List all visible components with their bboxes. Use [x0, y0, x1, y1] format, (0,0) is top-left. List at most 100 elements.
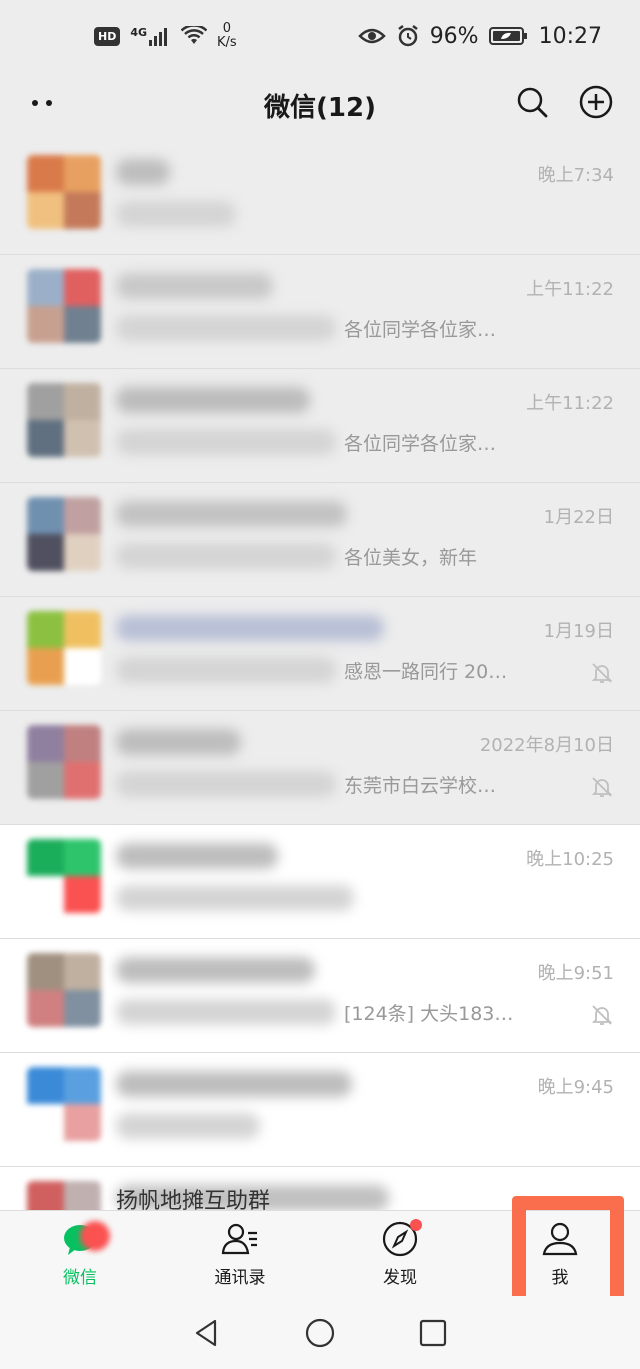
chat-item[interactable]: 晚上9:51[124条] 大头1834478880 找人，明… — [0, 939, 640, 1053]
chat-preview-redacted — [116, 885, 354, 911]
chat-list: 晚上7:34 上午11:22 各位同学各位家… 上午11:22 各位同学各位家… 1月22… — [0, 141, 640, 1210]
chat-name-redacted — [116, 1071, 352, 1097]
tab-label: 微信 — [63, 1268, 97, 1288]
chat-time: 晚上9:45 — [537, 1077, 614, 1098]
chat-preview-redacted — [116, 657, 336, 683]
avatar-image — [27, 269, 101, 343]
chat-preview-redacted — [116, 999, 336, 1025]
avatar — [27, 839, 101, 913]
chat-item[interactable]: 1月22日 各位美女，新年 — [0, 483, 640, 597]
tab-label: 通讯录 — [214, 1268, 266, 1288]
chat-name-redacted — [116, 843, 278, 869]
avatar — [27, 269, 101, 343]
avatar-image — [27, 953, 101, 1027]
avatar-image — [27, 497, 101, 571]
clock: 10:27 — [538, 23, 602, 49]
chat-time: 晚上7:34 — [537, 165, 614, 186]
recents-nav-icon[interactable] — [417, 1317, 449, 1349]
search-icon — [517, 87, 548, 118]
avatar-image — [27, 155, 101, 229]
avatar — [27, 155, 101, 229]
unread-badge — [80, 1221, 110, 1251]
chat-preview-redacted — [116, 201, 236, 227]
wifi-icon — [181, 26, 208, 44]
chat-name-redacted — [116, 729, 241, 755]
page-title: 微信(12) — [264, 92, 376, 123]
avatar — [27, 1067, 101, 1141]
status-right: 96% 10:27 — [357, 23, 602, 49]
chat-item[interactable]: 扬帆地摊互助群 — [0, 1167, 640, 1210]
back-nav-icon[interactable] — [191, 1317, 223, 1349]
hd-badge: HD — [94, 26, 121, 46]
chat-name-redacted — [116, 957, 315, 983]
status-left: HD 4G 0 K/s — [94, 22, 237, 50]
chat-name-redacted — [116, 501, 347, 527]
tab-label: 我 — [551, 1268, 569, 1288]
avatar-image — [27, 839, 101, 913]
avatar — [27, 497, 101, 571]
signal-icon: 4G — [130, 26, 171, 46]
contacts-icon — [221, 1223, 257, 1255]
net-speed-unit: K/s — [217, 35, 237, 50]
chat-item[interactable]: 2022年8月10日 东莞市白云学校… — [0, 711, 640, 825]
chat-preview-redacted — [116, 315, 336, 341]
add-button[interactable] — [578, 84, 614, 120]
chat-name-redacted — [116, 615, 384, 641]
search-button[interactable] — [514, 84, 550, 120]
more-options-button[interactable] — [28, 88, 58, 118]
discover-red-dot — [410, 1219, 422, 1231]
chat-name-redacted — [116, 273, 273, 299]
alarm-icon — [397, 25, 418, 47]
chat-time: 2022年8月10日 — [479, 735, 614, 756]
avatar — [27, 383, 101, 457]
avatar-image — [27, 1181, 101, 1210]
chat-name-redacted — [116, 387, 310, 413]
avatar-image — [27, 725, 101, 799]
chat-time: 1月22日 — [543, 507, 614, 528]
avatar — [27, 1181, 101, 1210]
battery-percent: 96% — [429, 23, 479, 49]
chat-time: 晚上9:51 — [537, 963, 614, 984]
chat-time: 1月19日 — [543, 621, 614, 642]
chat-item[interactable]: 晚上7:34 — [0, 141, 640, 255]
avatar-image — [27, 611, 101, 685]
tab-discover[interactable]: 发现 — [320, 1211, 480, 1296]
tab-label: 发现 — [383, 1268, 417, 1288]
mute-bell-icon — [590, 1003, 614, 1027]
chat-time: 上午11:22 — [526, 393, 614, 414]
net-speed-value: 0 — [222, 21, 232, 36]
tab-bar: 微信 通讯录 发现 我 — [0, 1210, 640, 1296]
avatar — [27, 725, 101, 799]
mute-bell-icon — [590, 661, 614, 685]
avatar-image — [27, 383, 101, 457]
chat-preview-redacted — [116, 1113, 260, 1139]
chat-item[interactable]: 上午11:22 各位同学各位家… — [0, 369, 640, 483]
tab-chats[interactable]: 微信 — [0, 1211, 160, 1296]
nav-bar — [0, 1296, 640, 1369]
home-nav-icon[interactable] — [304, 1317, 336, 1349]
chat-time: 晚上10:25 — [526, 849, 614, 870]
chat-item[interactable]: 1月19日感恩一路同行 2023，继续 — [0, 597, 640, 711]
avatar — [27, 953, 101, 1027]
dots-icon — [32, 100, 52, 106]
tab-contacts[interactable]: 通讯录 — [160, 1211, 320, 1296]
chat-preview-redacted — [116, 543, 336, 569]
eye-icon — [357, 28, 386, 44]
chat-item[interactable]: 上午11:22 各位同学各位家… — [0, 255, 640, 369]
network-type: 4G — [130, 26, 148, 39]
chat-name: 扬帆地摊互助群 — [116, 1189, 271, 1210]
net-speed: 0 K/s — [217, 22, 237, 50]
plus-circle-icon — [579, 85, 613, 119]
avatar — [27, 611, 101, 685]
chat-time: 上午11:22 — [526, 279, 614, 300]
tab-me[interactable]: 我 — [480, 1211, 640, 1296]
chat-preview-redacted — [116, 429, 336, 455]
chat-name-redacted — [116, 159, 170, 185]
battery-icon — [488, 27, 527, 45]
person-icon — [542, 1222, 578, 1256]
avatar-image — [27, 1067, 101, 1141]
chat-item[interactable]: 晚上10:25 — [0, 825, 640, 939]
mute-bell-icon — [590, 775, 614, 799]
chat-preview-redacted — [116, 771, 336, 797]
chat-item[interactable]: 晚上9:45 — [0, 1053, 640, 1167]
